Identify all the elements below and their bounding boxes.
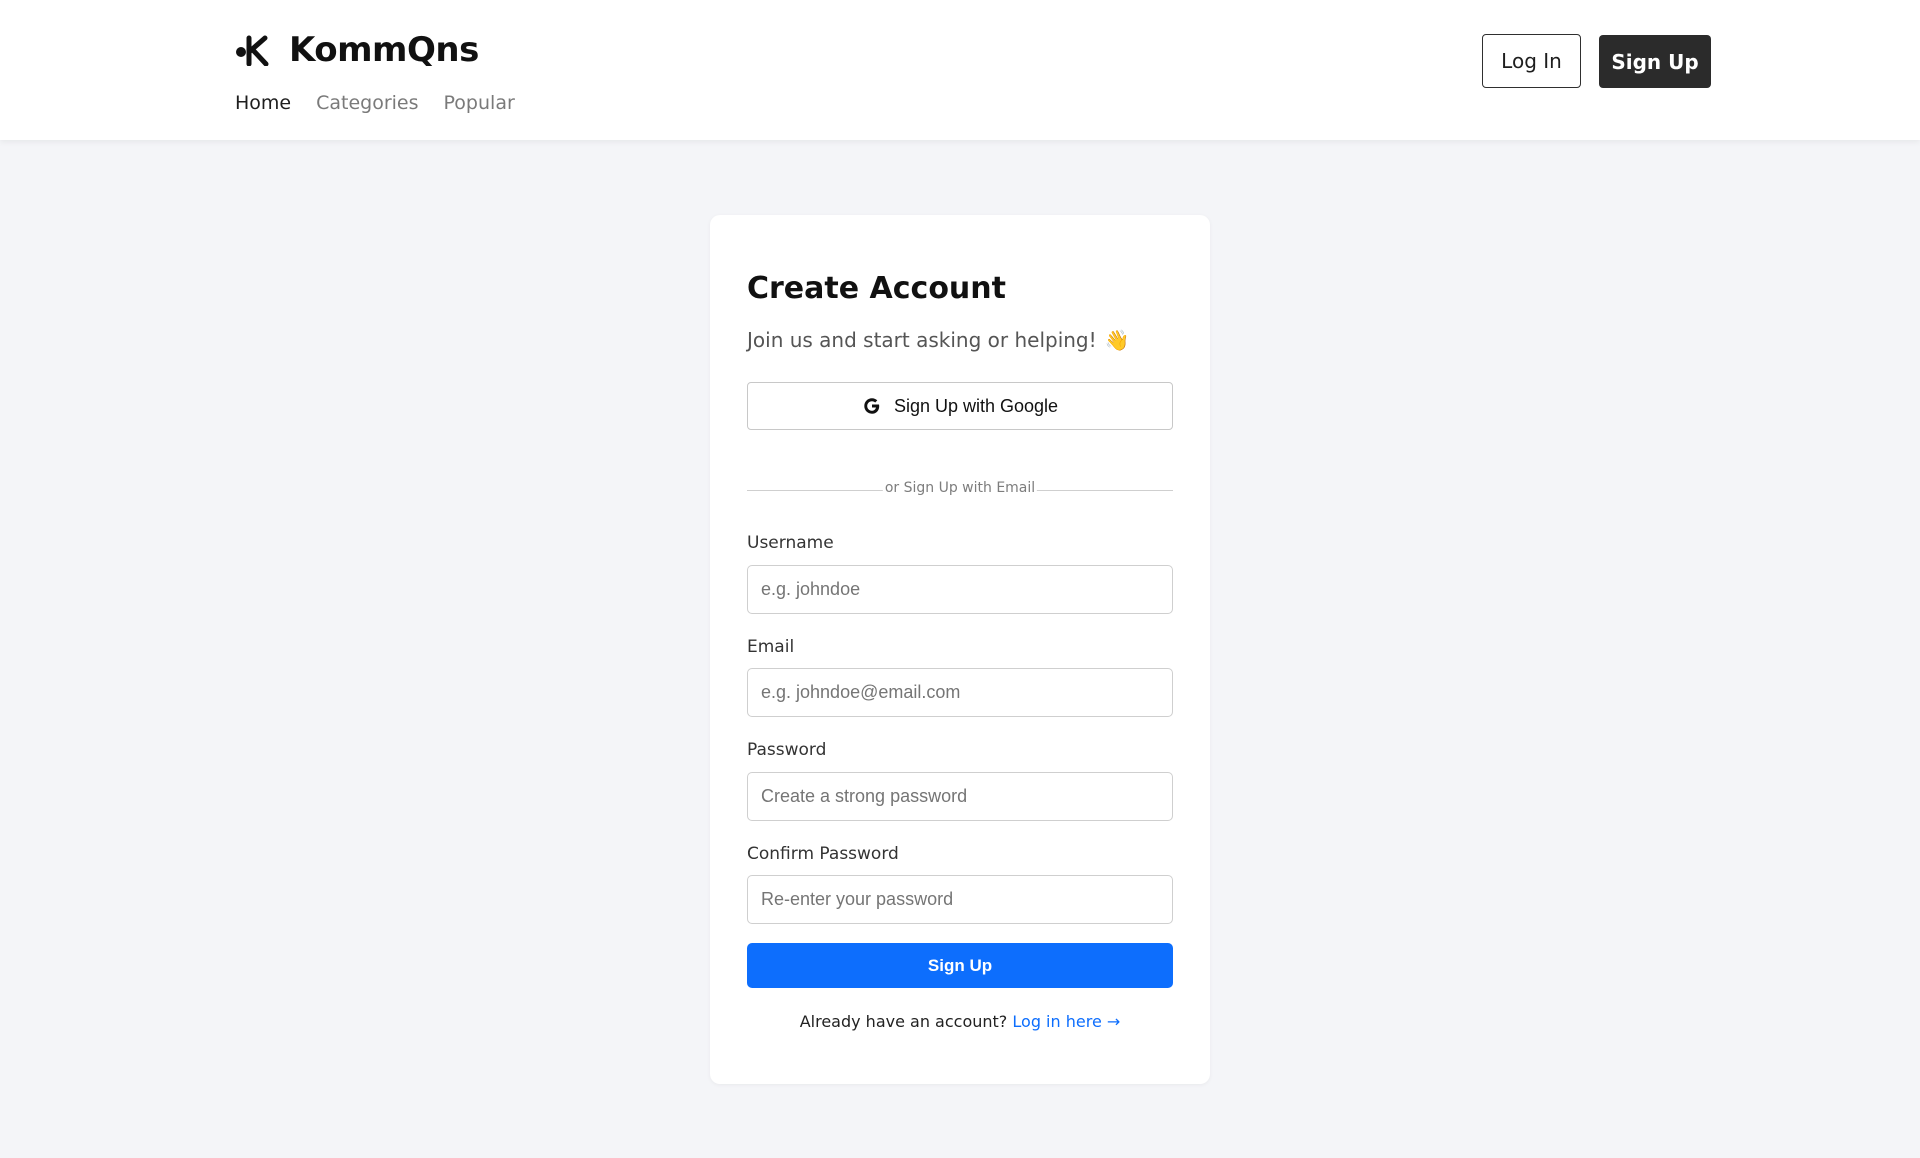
divider-text: or Sign Up with Email: [882, 480, 1038, 496]
confirm-password-input[interactable]: [747, 875, 1173, 924]
login-prompt-text: Already have an account?: [799, 1012, 1008, 1031]
brand-name: KommQns: [289, 30, 479, 70]
login-link[interactable]: Log in here →: [1012, 1012, 1120, 1031]
google-signup-label: Sign Up with Google: [893, 395, 1059, 416]
password-label: Password: [747, 740, 827, 760]
waving-hand-icon: 👋: [1104, 328, 1130, 352]
main-nav: Home Categories Popular: [235, 92, 515, 114]
nav-categories[interactable]: Categories: [316, 92, 418, 114]
email-label: Email: [747, 637, 795, 657]
page-title: Create Account: [747, 271, 1006, 306]
brand-logo-icon: [236, 35, 269, 66]
email-input[interactable]: [747, 668, 1173, 717]
username-label: Username: [747, 533, 834, 553]
brand-link[interactable]: KommQns: [235, 28, 479, 72]
login-button[interactable]: Log In: [1482, 34, 1581, 88]
signup-card: Create Account Join us and start asking …: [710, 215, 1210, 1084]
confirm-password-label: Confirm Password: [747, 844, 899, 864]
submit-signup-button[interactable]: Sign Up: [747, 943, 1173, 988]
email-divider: or Sign Up with Email: [747, 480, 1173, 500]
login-prompt: Already have an account? Log in here →: [710, 1012, 1210, 1031]
google-icon: [864, 398, 880, 414]
top-navbar: KommQns Home Categories Popular Log In S…: [0, 0, 1920, 140]
page-subtitle: Join us and start asking or helping! 👋: [747, 328, 1130, 352]
nav-home[interactable]: Home: [235, 92, 291, 114]
google-signup-button[interactable]: Sign Up with Google: [747, 382, 1173, 430]
password-input[interactable]: [747, 772, 1173, 821]
username-input[interactable]: [747, 565, 1173, 614]
signup-button-header[interactable]: Sign Up: [1599, 35, 1711, 88]
subtitle-text: Join us and start asking or helping!: [747, 328, 1097, 352]
nav-popular[interactable]: Popular: [444, 92, 515, 114]
